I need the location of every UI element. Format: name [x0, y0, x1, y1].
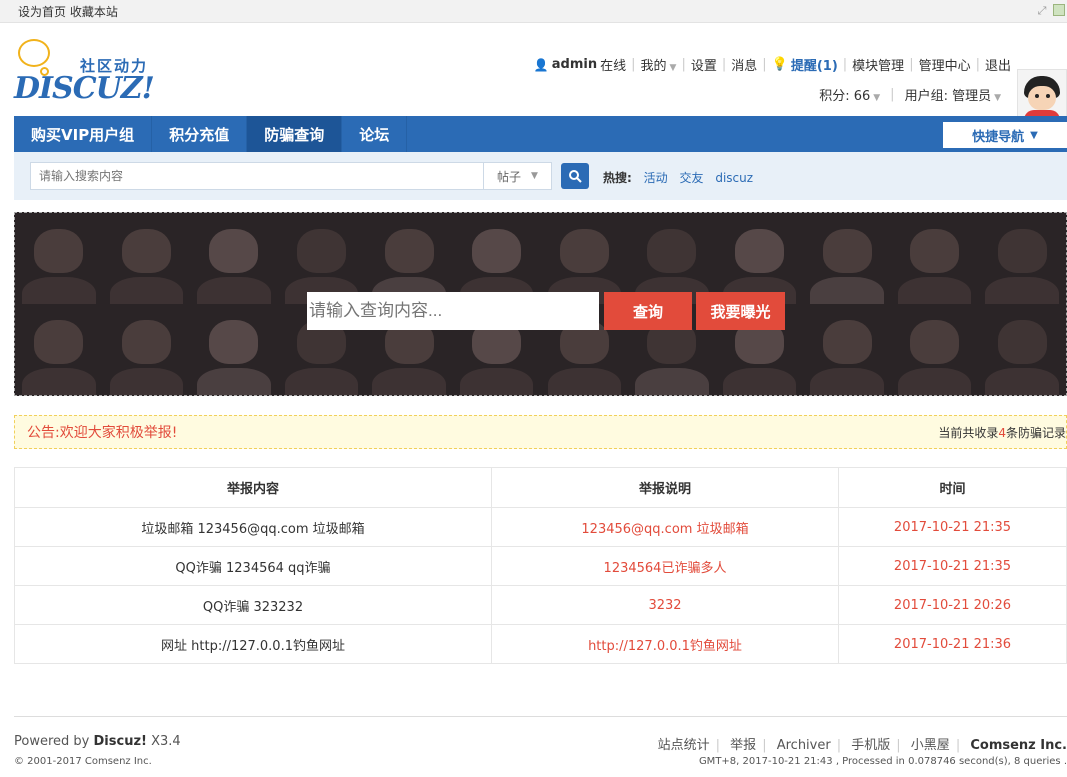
fraud-query-input[interactable] [307, 292, 599, 330]
hot-link[interactable]: discuz [715, 171, 753, 185]
row-time: 2017-10-21 20:26 [838, 585, 1067, 625]
notice-text: 公告:欢迎大家积极举报! [27, 425, 178, 441]
table-row[interactable]: QQ诈骗 323232 3232 2017-10-21 20:26 [14, 585, 1067, 625]
username-link[interactable]: admin [552, 57, 597, 72]
hot-label: 热搜: [603, 171, 632, 185]
footer-divider [14, 716, 1067, 717]
search-icon [569, 170, 582, 183]
nav-item-vip[interactable]: 购买VIP用户组 [14, 116, 153, 152]
divider: | [681, 57, 686, 72]
record-count: 当前共收录4条防骗记录 [938, 425, 1066, 440]
chevron-down-icon: ▼ [873, 93, 881, 103]
chevron-down-icon: ▼ [669, 63, 677, 73]
nav-item-forum[interactable]: 论坛 [342, 116, 408, 152]
chevron-down-icon: ▼ [994, 93, 1001, 103]
report-table: 举报内容 举报说明 时间 垃圾邮箱 123456@qq.com 垃圾邮箱 123… [14, 467, 1067, 664]
search-type-select[interactable]: 帖子 ▼ [484, 162, 552, 190]
set-home-link[interactable]: 设为首页 [18, 5, 66, 19]
divider: | [975, 57, 980, 72]
nav-item-recharge[interactable]: 积分充值 [152, 116, 248, 152]
row-content: 垃圾邮箱 123456@qq.com 垃圾邮箱 [14, 507, 492, 547]
divider: | [762, 57, 767, 72]
table-row[interactable]: 垃圾邮箱 123456@qq.com 垃圾邮箱 123456@qq.com 垃圾… [14, 507, 1067, 547]
remind-link[interactable]: 提醒(1) [791, 55, 838, 74]
bookmark-link[interactable]: 收藏本站 [70, 5, 118, 19]
footer-stats: GMT+8, 2017-10-21 21:43 , Processed in 0… [698, 756, 1067, 767]
divider: | [721, 57, 727, 72]
notice-bar: 公告:欢迎大家积极举报! 当前共收录4条防骗记录 [14, 415, 1067, 449]
quick-nav-button[interactable]: 快捷导航 ▼ [943, 122, 1067, 148]
logout-link[interactable]: 退出 [985, 55, 1011, 74]
bulb-icon: 💡 [771, 57, 788, 72]
chevron-down-icon: ▼ [531, 171, 538, 181]
divider: | [631, 57, 636, 72]
table-header-row: 举报内容 举报说明 时间 [14, 467, 1067, 508]
nav-item-anti-fraud[interactable]: 防骗查询 [247, 116, 343, 152]
row-content: QQ诈骗 323232 [14, 585, 492, 625]
resize-icon[interactable]: ⤢ [1035, 4, 1049, 18]
footer-link-report[interactable]: 举报 [730, 738, 756, 753]
caret-down-icon: ▼ [1030, 129, 1038, 141]
footer-link-blacklist[interactable]: 小黑屋 [911, 738, 950, 753]
hot-searches: 热搜: 活动 交友 discuz [603, 169, 761, 186]
usergroup-menu[interactable]: 用户组: 管理员 ▼ [905, 85, 1001, 104]
query-banner: 查询 我要曝光 [14, 212, 1067, 396]
divider: | [842, 57, 848, 72]
app-icon[interactable] [1053, 4, 1065, 16]
footer-link-archiver[interactable]: Archiver [777, 738, 831, 753]
table-row[interactable]: 网址 http://127.0.0.1钓鱼网址 http://127.0.0.1… [14, 624, 1067, 664]
search-input[interactable] [30, 162, 484, 190]
row-desc: http://127.0.0.1钓鱼网址 [491, 624, 839, 664]
user-icon: 👤 [533, 57, 549, 72]
messages-link[interactable]: 消息 [731, 55, 757, 74]
footer-link-mobile[interactable]: 手机版 [851, 738, 890, 753]
expose-button[interactable]: 我要曝光 [696, 292, 785, 330]
divider: | [890, 87, 895, 102]
mine-menu[interactable]: 我的 ▼ [641, 55, 677, 74]
footer-links: 站点统计 | 举报 | Archiver | 手机版 | 小黑屋 | Comsenz In… [657, 738, 1067, 753]
main-nav: 购买VIP用户组 积分充值 防骗查询 论坛 快捷导航 ▼ [14, 116, 1067, 152]
row-time: 2017-10-21 21:35 [838, 546, 1067, 586]
row-desc: 1234564已诈骗多人 [491, 546, 839, 586]
top-links: 设为首页 收藏本站 [18, 3, 118, 20]
search-bar: 帖子 ▼ 热搜: 活动 交友 discuz [14, 152, 1067, 200]
header-content: 举报内容 [14, 467, 492, 508]
row-content: QQ诈骗 1234564 qq诈骗 [14, 546, 492, 586]
row-desc: 3232 [491, 585, 839, 625]
module-manage-link[interactable]: 模块管理 [852, 55, 904, 74]
logo-en-text: DISCUZ! [14, 71, 155, 106]
search-type-value: 帖子 [497, 169, 522, 184]
online-status: 在线 [600, 59, 627, 74]
user-bar: 👤 admin 在线 | 我的 ▼ | 设置 | 消息 | 💡 提醒(1) | 模… [534, 55, 1011, 74]
row-time: 2017-10-21 21:35 [838, 507, 1067, 547]
search-button[interactable] [561, 163, 589, 189]
top-right-icons: ⤢ [1035, 4, 1067, 18]
row-content: 网址 http://127.0.0.1钓鱼网址 [14, 624, 492, 664]
header-desc: 举报说明 [491, 467, 839, 508]
admin-center-link[interactable]: 管理中心 [919, 55, 971, 74]
settings-link[interactable]: 设置 [691, 55, 717, 74]
logo-bubble-icon [18, 39, 50, 67]
footer-link-stats[interactable]: 站点统计 [658, 738, 710, 753]
row-desc: 123456@qq.com 垃圾邮箱 [491, 507, 839, 547]
points-menu[interactable]: 积分: 66 ▼ [819, 85, 880, 104]
discuz-link[interactable]: Discuz! [94, 734, 147, 749]
header-time: 时间 [838, 467, 1067, 508]
header: 社区动力 DISCUZ! 👤 admin 在线 | 我的 ▼ | 设置 | 消息 … [0, 23, 1067, 127]
copyright: © 2001-2017 Comsenz Inc. [14, 756, 152, 767]
site-logo[interactable]: 社区动力 DISCUZ! [14, 37, 174, 117]
table-row[interactable]: QQ诈骗 1234564 qq诈骗 1234564已诈骗多人 2017-10-2… [14, 546, 1067, 586]
hot-link[interactable]: 活动 [644, 171, 668, 185]
query-button[interactable]: 查询 [604, 292, 692, 330]
footer-link-company[interactable]: Comsenz Inc. [970, 738, 1067, 753]
powered-by: Powered by Discuz! X3.4 [14, 734, 181, 749]
row-time: 2017-10-21 21:36 [838, 624, 1067, 664]
hot-link[interactable]: 交友 [679, 171, 703, 185]
top-bar: 设为首页 收藏本站 ⤢ [0, 0, 1067, 23]
divider: | [909, 57, 914, 72]
user-stats: 积分: 66 ▼ | 用户组: 管理员 ▼ [819, 85, 1001, 104]
